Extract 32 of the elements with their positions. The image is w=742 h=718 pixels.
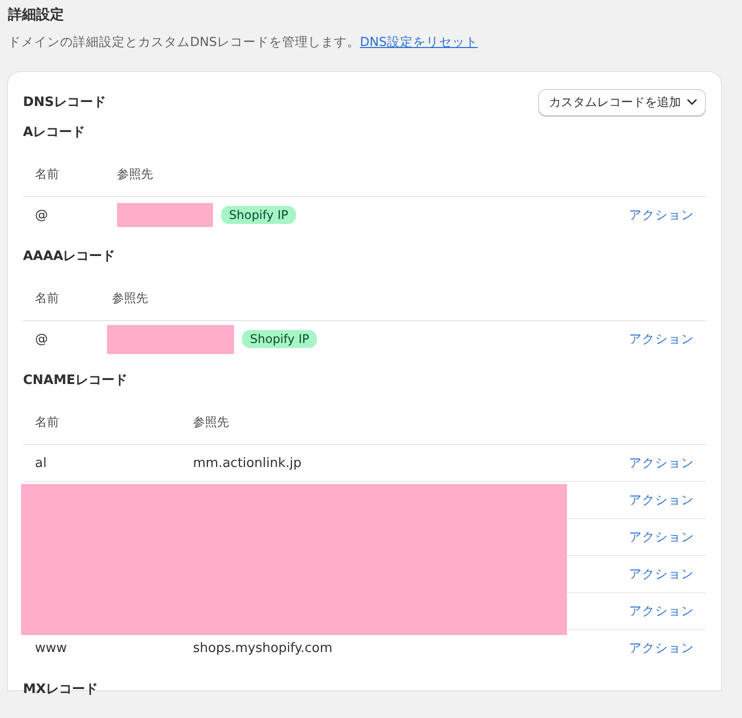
page-title: 詳細設定 <box>8 6 64 25</box>
add-record-button[interactable]: カスタムレコードを追加 <box>538 88 706 116</box>
action-link[interactable]: アクション <box>629 206 694 224</box>
table-cell-text: www <box>35 640 68 656</box>
action-link[interactable]: アクション <box>629 454 694 472</box>
table-cell-text: @ <box>35 208 49 222</box>
action-link[interactable]: アクション <box>629 330 694 348</box>
section-title: AAAAレコード <box>23 248 116 266</box>
action-link[interactable]: アクション <box>629 640 694 656</box>
status-badge: Shopify IP <box>242 330 318 348</box>
action-link[interactable]: アクション <box>629 492 694 508</box>
table-cell-text: @ <box>35 332 49 346</box>
card-title: DNSレコード <box>23 94 106 111</box>
section-title: CNAMEレコード <box>23 372 128 390</box>
caret-icon <box>687 99 697 105</box>
section-title: MXレコード <box>23 681 98 699</box>
table-cell-text: al <box>35 456 48 470</box>
section-title: Aレコード <box>23 124 86 142</box>
column-header: 参照先 <box>193 414 229 430</box>
column-header: 名前 <box>35 166 60 182</box>
page-description: ドメインの詳細設定とカスタムDNSレコードを管理します。DNS設定をリセット <box>8 33 478 51</box>
status-badge: Shopify IP <box>221 206 296 224</box>
column-header: 参照先 <box>112 290 148 306</box>
table-cell: mm.actionlink.jp <box>193 456 302 470</box>
table-cell: shops.myshopify.com <box>193 640 332 656</box>
reset-link[interactable]: DNS設定をリセット <box>360 34 478 49</box>
column-header: 名前 <box>35 414 60 430</box>
action-link[interactable]: アクション <box>629 566 694 582</box>
column-header: 参照先 <box>117 166 153 182</box>
action-link[interactable]: アクション <box>629 528 694 546</box>
column-header: 名前 <box>35 290 60 306</box>
action-link[interactable]: アクション <box>629 602 694 620</box>
